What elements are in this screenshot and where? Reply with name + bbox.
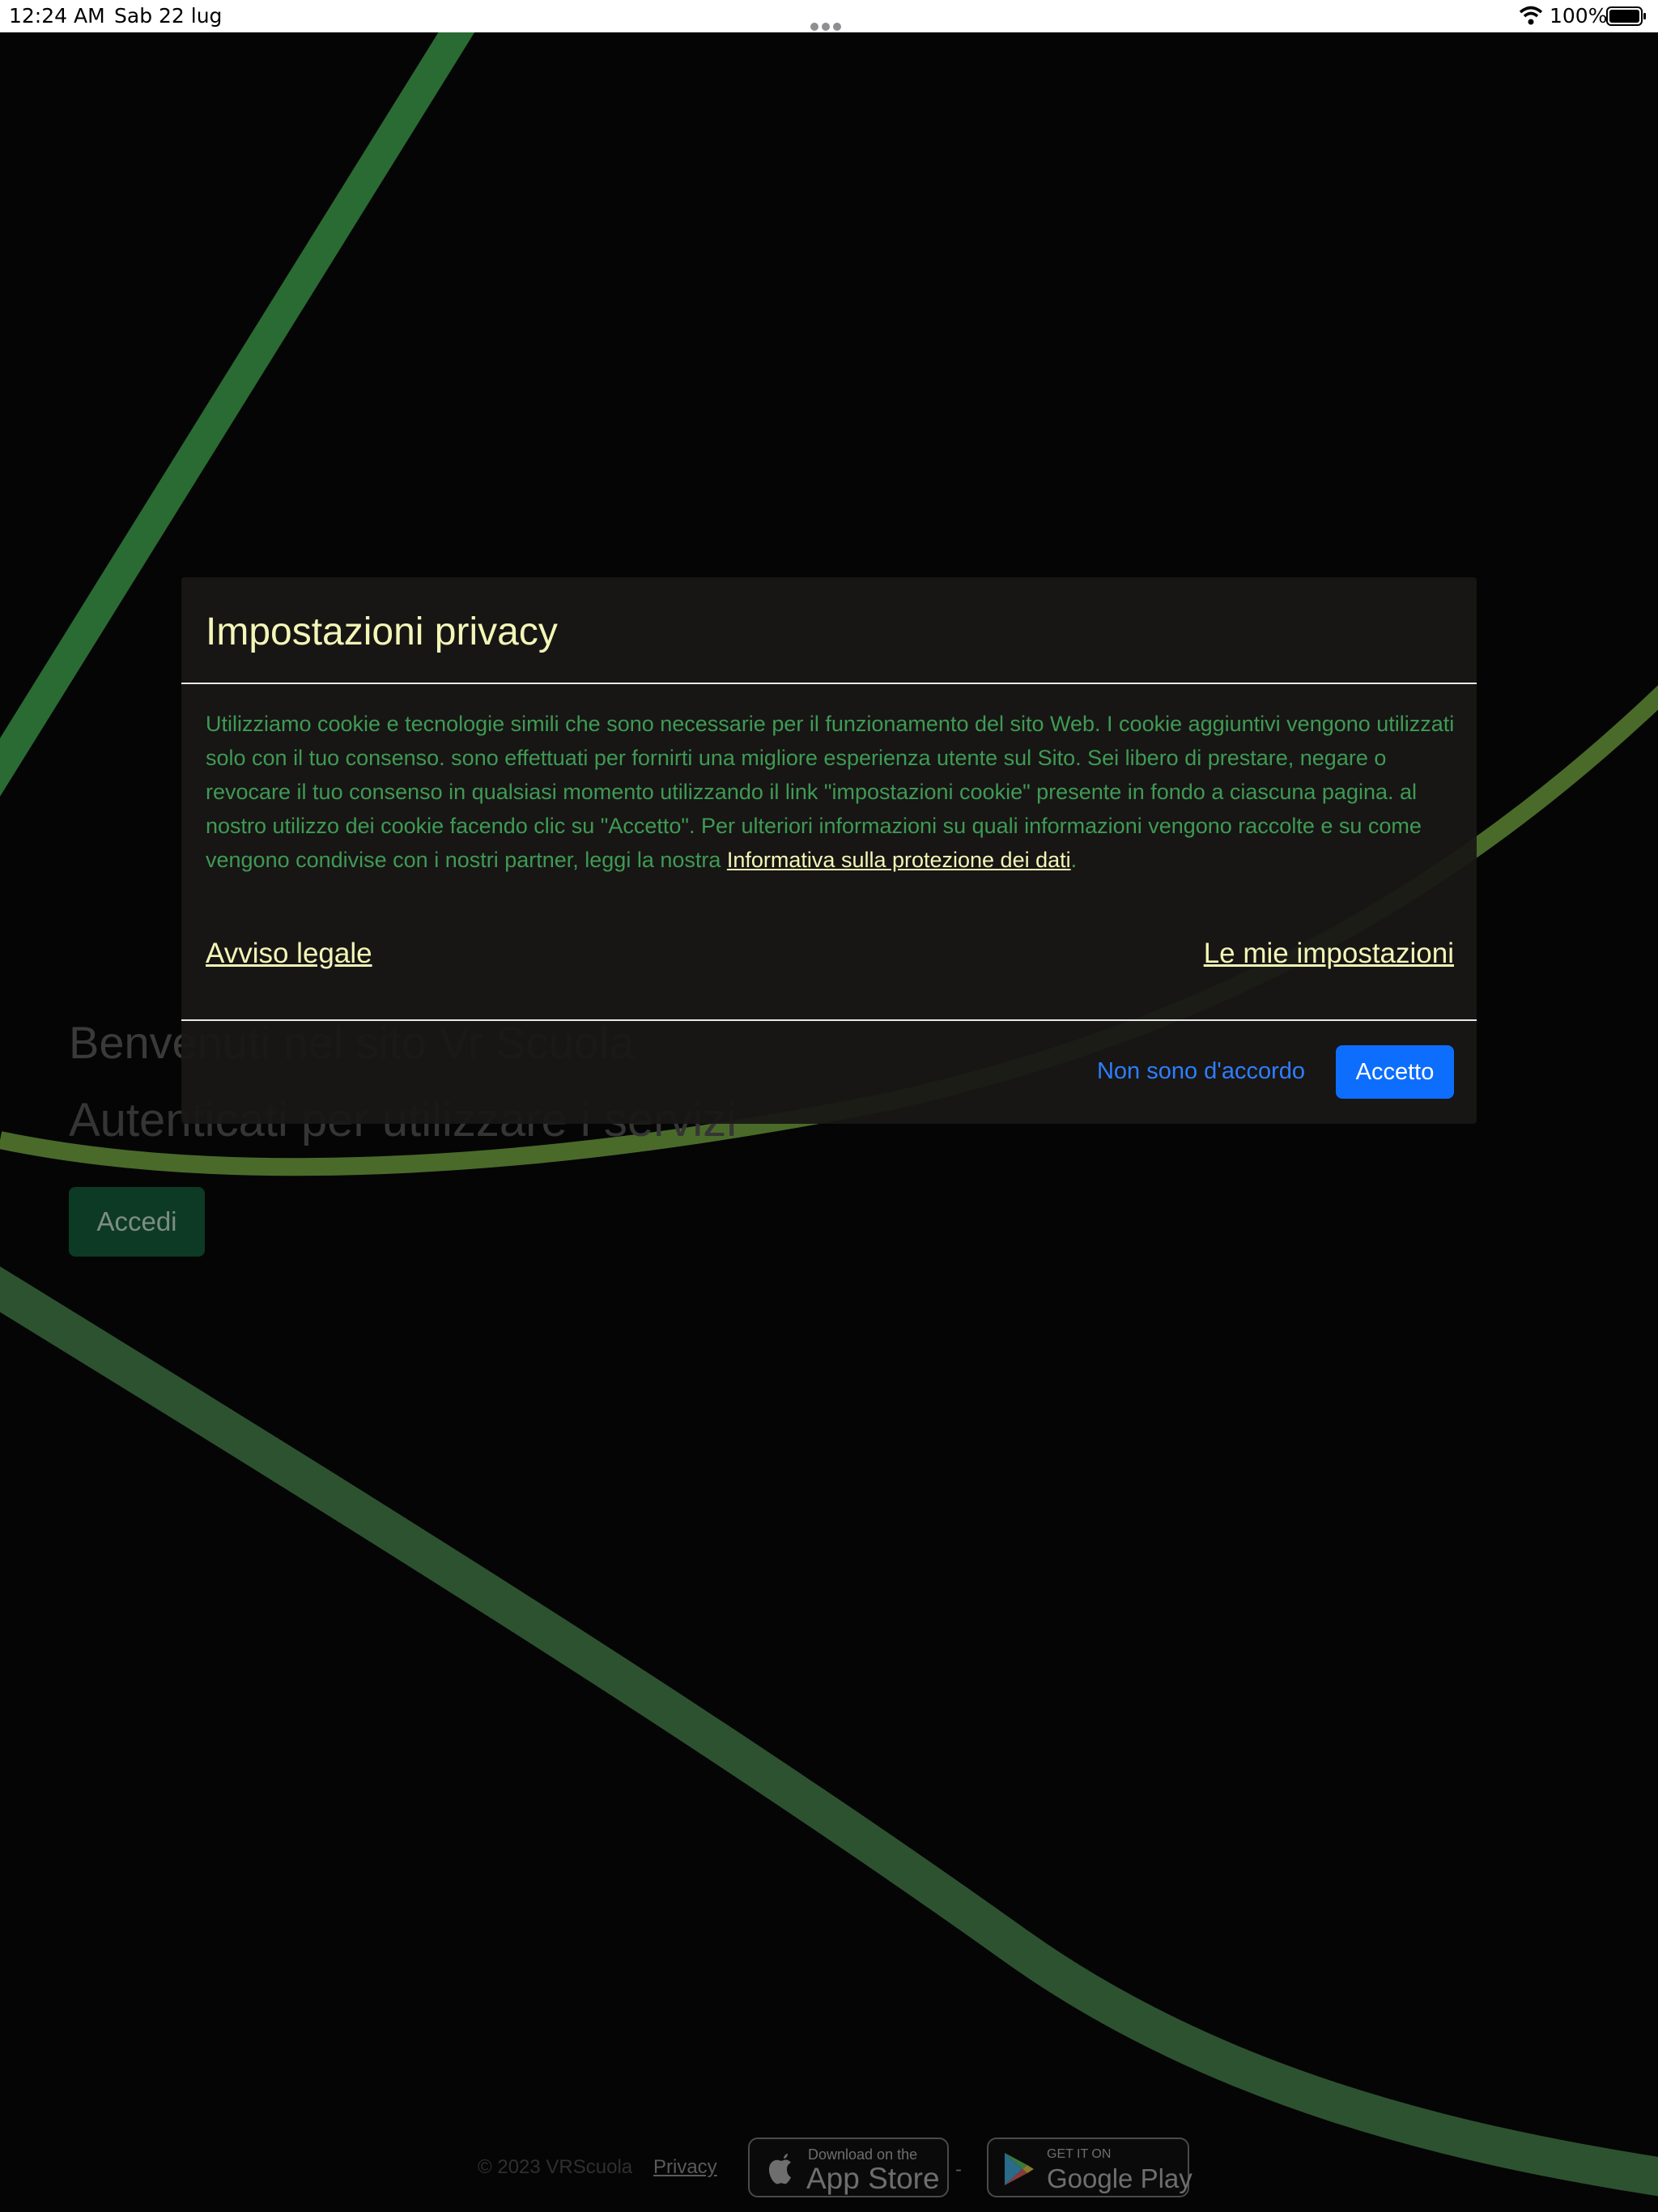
privacy-policy-link[interactable]: Informativa sulla protezione dei dati	[727, 848, 1071, 872]
more-dots-icon[interactable]	[810, 12, 846, 31]
status-time: 12:24 AM	[9, 4, 105, 28]
modal-title: Impostazioni privacy	[206, 610, 558, 653]
page: 12:24 AM Sab 22 lug 100% Benvenuti nel s…	[0, 0, 1658, 2212]
app-store-big-text: App Store	[806, 2162, 940, 2195]
modal-footer: Non sono d'accordo Accetto	[181, 1019, 1477, 1124]
google-play-icon	[1005, 2153, 1034, 2185]
google-play-badge[interactable]: GET IT ON Google Play	[987, 2138, 1192, 2197]
privacy-modal: Impostazioni privacy Utilizziamo cookie …	[181, 577, 1477, 1124]
footer-separator: -	[955, 2159, 962, 2180]
decline-button[interactable]: Non sono d'accordo	[1097, 1045, 1305, 1097]
apple-icon	[768, 2154, 791, 2184]
curve-diagonal-bottom	[0, 1266, 1658, 2197]
app-store-badge[interactable]: Download on the App Store	[748, 2138, 949, 2197]
legal-notice-link[interactable]: Avviso legale	[206, 938, 372, 970]
modal-body-text: Utilizziamo cookie e tecnologie simili c…	[206, 707, 1456, 877]
login-button[interactable]: Accedi	[69, 1187, 205, 1257]
google-play-big-text: Google Play	[1047, 2163, 1192, 2193]
accept-button[interactable]: Accetto	[1336, 1045, 1454, 1099]
status-date: Sab 22 lug	[114, 4, 223, 28]
modal-body-end: .	[1070, 848, 1078, 872]
my-settings-link[interactable]: Le mie impostazioni	[1204, 938, 1454, 970]
google-play-small-text: GET IT ON	[1047, 2147, 1112, 2161]
footer-copyright: © 2023 VRScuola	[478, 2156, 633, 2178]
modal-header: Impostazioni privacy	[181, 577, 1477, 684]
status-bar: 12:24 AM Sab 22 lug 100%	[0, 0, 1658, 32]
battery-percent: 100%	[1550, 4, 1608, 28]
battery-icon	[1606, 6, 1646, 26]
wifi-icon	[1519, 6, 1543, 25]
app-store-small-text: Download on the	[808, 2146, 918, 2163]
footer-privacy-link[interactable]: Privacy	[653, 2156, 717, 2179]
